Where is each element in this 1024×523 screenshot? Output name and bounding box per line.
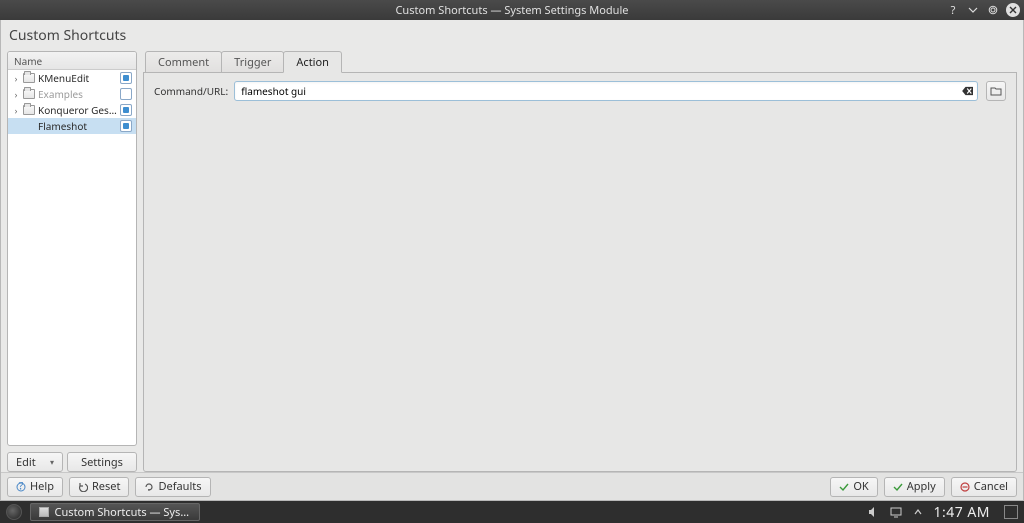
- clock[interactable]: 1:47 AM: [933, 503, 990, 522]
- chevron-down-icon: ▾: [50, 457, 54, 468]
- enable-checkbox[interactable]: [120, 88, 132, 100]
- window-body: Custom Shortcuts Name › KMenuEdit › Example…: [0, 20, 1024, 501]
- tree-item-label: Konqueror Gestures: [38, 103, 117, 117]
- folder-icon: [23, 88, 35, 100]
- window-icon: [39, 507, 49, 517]
- enable-checkbox[interactable]: [120, 72, 132, 84]
- module-title: Custom Shortcuts: [1, 20, 1023, 51]
- show-desktop-button[interactable]: [1004, 505, 1018, 519]
- folder-icon: [23, 104, 35, 116]
- tab-action-label: Action: [296, 55, 329, 70]
- volume-icon[interactable]: [867, 505, 881, 519]
- taskbar: Custom Shortcuts — System Setti... 1:47 …: [0, 501, 1024, 523]
- shortcut-tree: Name › KMenuEdit › Examples › Konqueror Gestu…: [7, 51, 137, 446]
- command-label: Command/URL:: [154, 84, 228, 98]
- edit-button-label: Edit: [16, 455, 36, 470]
- tree-item-label: Flameshot: [38, 119, 117, 133]
- window-controls: ?: [946, 0, 1020, 20]
- tab-trigger-label: Trigger: [234, 55, 271, 70]
- tree-body: › KMenuEdit › Examples › Konqueror Gestures Fl…: [8, 70, 136, 445]
- ok-button-label: OK: [853, 479, 868, 494]
- tree-item-label: Examples: [38, 87, 117, 101]
- sidebar-buttons: Edit ▾ Settings: [7, 452, 137, 472]
- help-icon: ?: [16, 482, 26, 492]
- main-area: Name › KMenuEdit › Examples › Konqueror Gestu…: [1, 51, 1023, 472]
- help-button[interactable]: ? Help: [7, 477, 63, 497]
- tree-item-label: KMenuEdit: [38, 71, 117, 85]
- check-icon: [839, 482, 849, 492]
- apply-button[interactable]: Apply: [884, 477, 945, 497]
- tab-comment[interactable]: Comment: [145, 51, 222, 72]
- cancel-button[interactable]: Cancel: [951, 477, 1017, 497]
- display-icon[interactable]: [889, 505, 903, 519]
- dialog-footer: ? Help Reset Defaults OK Apply Cancel: [1, 472, 1023, 500]
- enable-checkbox[interactable]: [120, 120, 132, 132]
- cancel-icon: [960, 482, 970, 492]
- window-titlebar: Custom Shortcuts — System Settings Modul…: [0, 0, 1024, 20]
- clear-input-icon[interactable]: [960, 83, 976, 99]
- minimize-icon[interactable]: [966, 3, 980, 17]
- command-input[interactable]: [234, 81, 978, 101]
- tab-bar: Comment Trigger Action: [143, 51, 1017, 73]
- detail-panel: Comment Trigger Action Command/URL:: [143, 51, 1017, 472]
- reset-button-label: Reset: [92, 479, 121, 494]
- check-icon: [893, 482, 903, 492]
- settings-button-label: Settings: [81, 455, 123, 470]
- undo-icon: [78, 482, 88, 492]
- sidebar: Name › KMenuEdit › Examples › Konqueror Gestu…: [7, 51, 137, 472]
- maximize-icon[interactable]: [986, 3, 1000, 17]
- apply-button-label: Apply: [907, 479, 936, 494]
- spacer-icon: [23, 120, 35, 132]
- browse-button[interactable]: [986, 81, 1006, 101]
- taskbar-entry-label: Custom Shortcuts — System Setti...: [55, 505, 191, 520]
- help-icon[interactable]: ?: [946, 3, 960, 17]
- window-title: Custom Shortcuts — System Settings Modul…: [395, 3, 628, 18]
- defaults-button[interactable]: Defaults: [135, 477, 210, 497]
- defaults-button-label: Defaults: [158, 479, 201, 494]
- tree-header-name[interactable]: Name: [8, 52, 136, 70]
- tree-item-kmenuedit[interactable]: › KMenuEdit: [8, 70, 136, 86]
- cancel-button-label: Cancel: [974, 479, 1008, 494]
- ok-button[interactable]: OK: [830, 477, 877, 497]
- command-row: Command/URL:: [154, 81, 1006, 101]
- tree-item-konqueror-gestures[interactable]: › Konqueror Gestures: [8, 102, 136, 118]
- settings-button[interactable]: Settings: [67, 452, 137, 472]
- tab-comment-label: Comment: [158, 55, 209, 70]
- refresh-icon: [144, 482, 154, 492]
- folder-open-icon: [990, 85, 1002, 97]
- help-button-label: Help: [30, 479, 54, 494]
- reset-button[interactable]: Reset: [69, 477, 130, 497]
- folder-icon: [23, 72, 35, 84]
- edit-button[interactable]: Edit ▾: [7, 452, 63, 472]
- expand-icon[interactable]: ›: [12, 104, 20, 117]
- expand-icon[interactable]: ›: [12, 72, 20, 85]
- tab-action[interactable]: Action: [283, 51, 342, 73]
- tree-item-flameshot[interactable]: Flameshot: [8, 118, 136, 134]
- expand-icon[interactable]: ›: [12, 88, 20, 101]
- tab-content-action: Command/URL:: [143, 73, 1017, 472]
- tab-trigger[interactable]: Trigger: [221, 51, 284, 72]
- chevron-up-icon[interactable]: [911, 505, 925, 519]
- taskbar-entry[interactable]: Custom Shortcuts — System Setti...: [30, 503, 200, 521]
- system-tray: 1:47 AM: [867, 503, 1018, 522]
- close-icon[interactable]: [1006, 3, 1020, 17]
- start-button[interactable]: [6, 504, 22, 520]
- tree-item-examples[interactable]: › Examples: [8, 86, 136, 102]
- enable-checkbox[interactable]: [120, 104, 132, 116]
- svg-text:?: ?: [19, 482, 24, 492]
